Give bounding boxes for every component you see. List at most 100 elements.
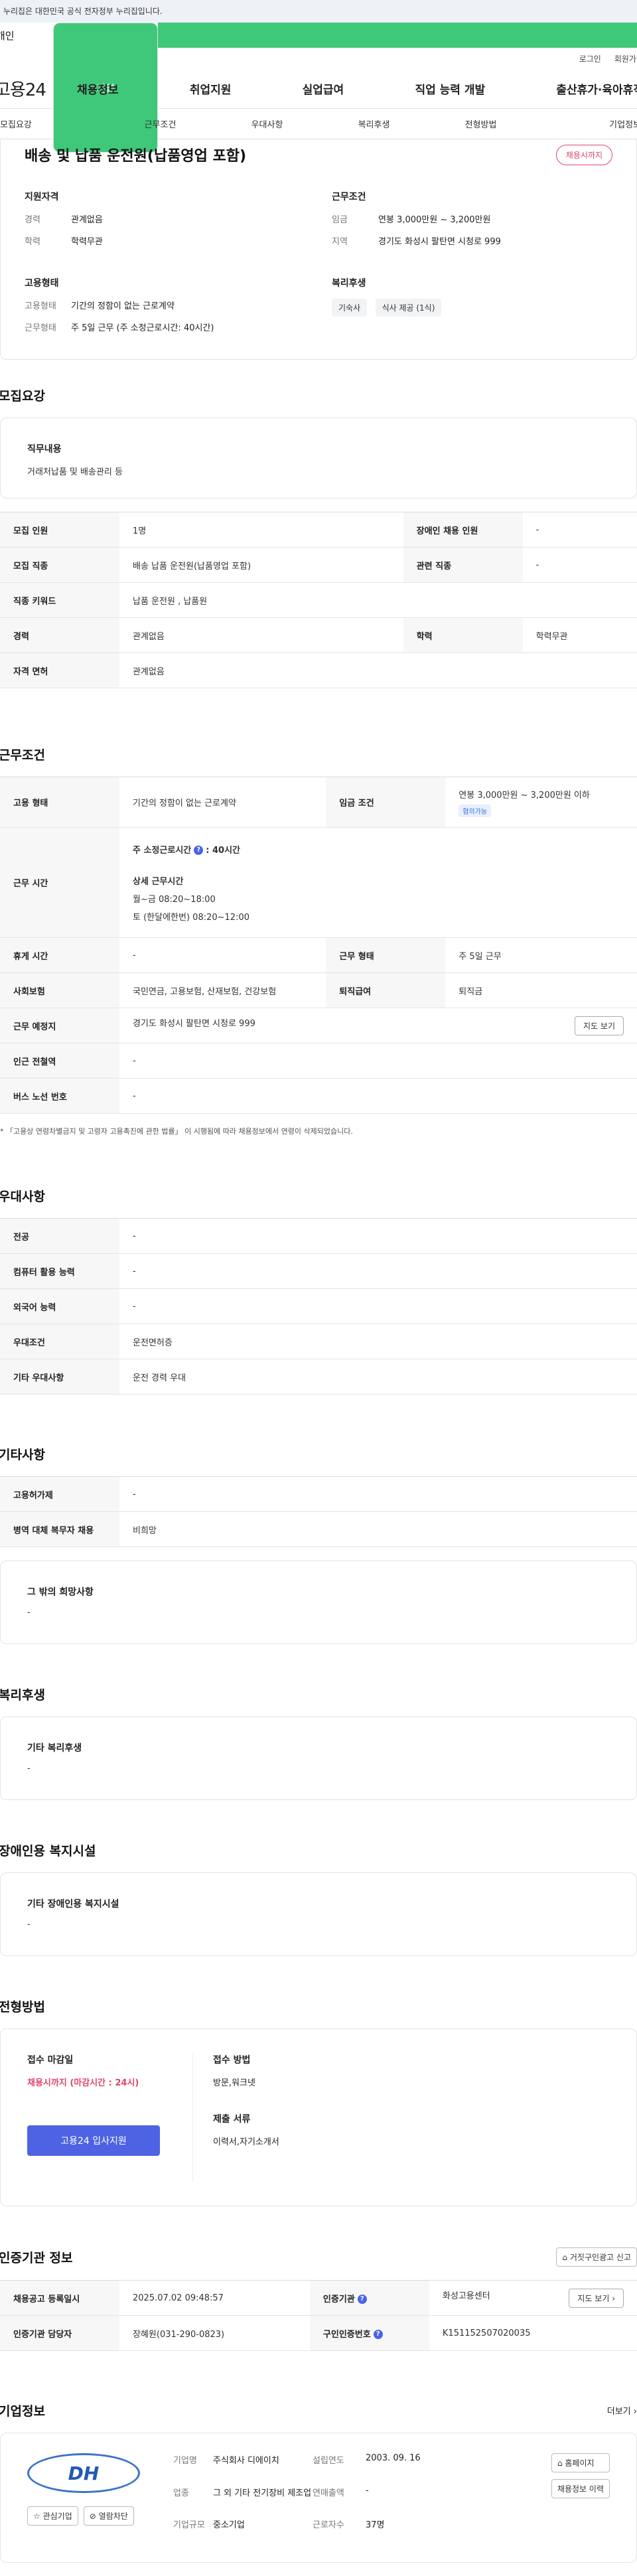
place-value: 경기도 화성시 팔탄면 시청로 999 <box>133 1018 255 1029</box>
table-row: 인증기관 담당자 장혜원(031-290-0823) 구인인증번호? K1511… <box>0 2315 637 2351</box>
cell-value: 주 5일 근무 <box>445 937 637 973</box>
emp-key: 고용형태 <box>25 301 56 311</box>
cert-map-button[interactable]: 지도 보기 › <box>569 2288 624 2308</box>
cell-key: 컴퓨터 활용 능력 <box>0 1253 119 1289</box>
more-link[interactable]: 더보기 › <box>607 2404 637 2417</box>
report-button[interactable]: ⌂ 거짓구인광고 신고 <box>556 2247 637 2267</box>
homepage-label: 홈페이지 <box>565 2459 595 2468</box>
tab-welfare[interactable]: 복리후생 <box>320 117 427 130</box>
help-icon[interactable]: ? <box>373 2330 383 2339</box>
place-cell: 경기도 화성시 팔탄면 시청로 999 지도 보기 <box>119 1008 637 1043</box>
cond-value: 연봉 3,000만원 ~ 3,200만원 <box>378 215 491 225</box>
report-button-label: 거짓구인광고 신고 <box>569 2253 631 2262</box>
tab-procedure[interactable]: 전형방법 <box>427 117 534 130</box>
table-row: 고용허가제 - <box>0 1476 637 1512</box>
duty-box: 직무내용 거래처납품 및 배송관리 등 <box>0 417 637 498</box>
wage-cell: 연봉 3,000만원 ~ 3,200만원 이하 협의가능 <box>445 777 637 828</box>
method-label: 접수 방법 <box>213 2055 251 2066</box>
recruit-table: 모집 인원 1명 장애인 채용 인원 - 모집 직종 배송 납품 운전원(납품영… <box>0 512 637 688</box>
homepage-button[interactable]: ⌂ 홈페이지 <box>551 2453 610 2472</box>
cell-value: - <box>522 512 637 548</box>
login-link[interactable]: 로그인 <box>579 53 601 64</box>
deadline-value: 채용시까지 (마감시간 : 24시) <box>27 2078 139 2088</box>
signup-link[interactable]: 회원가입 <box>614 53 637 64</box>
home-icon: ⌂ <box>557 2459 563 2468</box>
deadline-label: 접수 마감일 <box>27 2055 74 2066</box>
tab-company-info[interactable]: 기업정보 <box>534 117 637 130</box>
gnb-item-training[interactable]: 직업 능력 개발 <box>415 80 485 97</box>
table-row: 휴게 시간 - 근무 형태 주 5일 근무 <box>0 937 637 973</box>
gov-banner: 이 누리집은 대한민국 공식 전자정부 누리집입니다. <box>0 0 637 23</box>
cell-value: K151152507020035 <box>429 2315 637 2351</box>
gnb-menu: 채용정보 취업지원 실업급여 직업 능력 개발 출산휴가·육아휴직 <box>61 80 637 97</box>
cell-value: 운전면허증 <box>119 1324 637 1359</box>
history-button[interactable]: 채용정보 이력 <box>551 2479 610 2498</box>
tab-pref[interactable]: 우대사항 <box>214 117 320 130</box>
docs-label: 제출 서류 <box>213 2114 251 2125</box>
table-row: 직종 키워드 납품 운전원 , 납품원 <box>0 582 637 618</box>
procedure-box: 접수 마감일 채용시까지 (마감시간 : 24시) 고용24 입사지원 접수 방… <box>0 2028 637 2206</box>
info-value: 중소기업 <box>213 2520 245 2531</box>
page-bottom-spacer <box>0 2563 637 2576</box>
table-row: 병역 대체 복무자 채용 비희망 <box>0 1511 637 1547</box>
site-logo[interactable]: 고용24 <box>0 76 61 101</box>
gnb-item-leave[interactable]: 출산휴가·육아휴직 <box>556 80 637 97</box>
tab-personal[interactable]: 개인 <box>0 23 53 48</box>
cell-key: 관련 직종 <box>403 547 523 583</box>
disabled-box: 기타 장애인용 복지시설 - <box>0 1872 637 1956</box>
welfare-tag: 식사 제공 (1식) <box>375 299 442 317</box>
welfare-value: - <box>27 1764 31 1774</box>
info-value: 그 외 기타 전기장비 제조업 <box>213 2488 312 2498</box>
cell-key: 병역 대체 복무자 채용 <box>0 1511 119 1547</box>
cell-key: 경력 <box>0 617 119 653</box>
cell-value: - <box>119 1078 637 1114</box>
hours-main-label: 주 소정근로시간 <box>133 845 192 856</box>
cert-map-label: 지도 보기 <box>577 2293 610 2303</box>
map-button[interactable]: 지도 보기 <box>575 1016 624 1035</box>
table-row: 채용공고 등록일시 2025.07.02 09:48:57 인증기관? 화성고용… <box>0 2280 637 2316</box>
cell-key: 버스 노선 번호 <box>0 1078 119 1114</box>
cell-key: 채용공고 등록일시 <box>0 2280 119 2316</box>
help-icon[interactable]: ? <box>194 846 204 855</box>
cell-key: 근무 예정지 <box>0 1008 119 1043</box>
interest-button[interactable]: ☆ 관심기업 <box>27 2506 78 2526</box>
cell-key: 근무 형태 <box>326 937 446 973</box>
cell-value: 운전 경력 우대 <box>119 1359 637 1395</box>
cell-key: 사회보험 <box>0 972 119 1008</box>
apply-button[interactable]: 고용24 입사지원 <box>27 2125 160 2156</box>
gnb-item-jobs[interactable]: 채용정보 <box>77 80 119 97</box>
info-value: - <box>366 2485 369 2496</box>
emp-value: 주 5일 근무 (주 소정근로시간: 40시간) <box>71 323 214 333</box>
cell-value: 국민연금, 고용보험, 산재보험, 건강보험 <box>119 972 326 1008</box>
info-value: 주식회사 디에이치 <box>213 2456 279 2466</box>
emp-value: 기간의 정함이 없는 근로계약 <box>71 301 175 311</box>
cert-table: 채용공고 등록일시 2025.07.02 09:48:57 인증기관? 화성고용… <box>0 2280 637 2351</box>
info-value: 37명 <box>366 2520 385 2531</box>
tab-personal-label: 개인 <box>0 29 15 42</box>
gnb-item-support[interactable]: 취업지원 <box>190 80 232 97</box>
tab-work[interactable]: 근무조건 <box>107 117 214 130</box>
summary-qualification: 지원자격 경력 관계없음 학력 학력무관 <box>25 190 305 256</box>
cell-key: 모집 인원 <box>0 512 119 548</box>
tab-recruit[interactable]: 모집요강 <box>0 117 107 130</box>
gnb-item-benefit[interactable]: 실업급여 <box>303 80 344 97</box>
cell-value: - <box>119 1476 637 1512</box>
table-row: 외국어 능력 - <box>0 1288 637 1324</box>
wage-value: 연봉 3,000만원 ~ 3,200만원 이하 <box>459 790 590 800</box>
cond-value: 경기도 화성시 팔탄면 시청로 999 <box>378 237 501 247</box>
more-label: 더보기 <box>606 2407 631 2417</box>
welfare-heading: 복리후생 <box>332 278 366 289</box>
qual-key: 학력 <box>25 237 40 247</box>
gov-banner-text: 이 누리집은 대한민국 공식 전자정부 누리집입니다. <box>0 7 163 16</box>
cell-value: 2025.07.02 09:48:57 <box>119 2280 310 2316</box>
cell-value: - <box>119 1253 637 1289</box>
summary-employment: 고용형태 고용형태 기간의 정함이 없는 근로계약 근무형태 주 5일 근무 (주 … <box>25 276 305 342</box>
cell-value: 기간의 정함이 없는 근로계약 <box>119 777 326 828</box>
block-button[interactable]: ⊘ 열람차단 <box>83 2506 134 2526</box>
cond-heading: 근무조건 <box>332 192 366 202</box>
other-wish-value: - <box>27 1608 31 1618</box>
table-row: 전공 - <box>0 1218 637 1254</box>
help-icon[interactable]: ? <box>357 2295 367 2304</box>
cell-value: 비희망 <box>119 1511 637 1547</box>
cell-key: 고용허가제 <box>0 1476 119 1512</box>
